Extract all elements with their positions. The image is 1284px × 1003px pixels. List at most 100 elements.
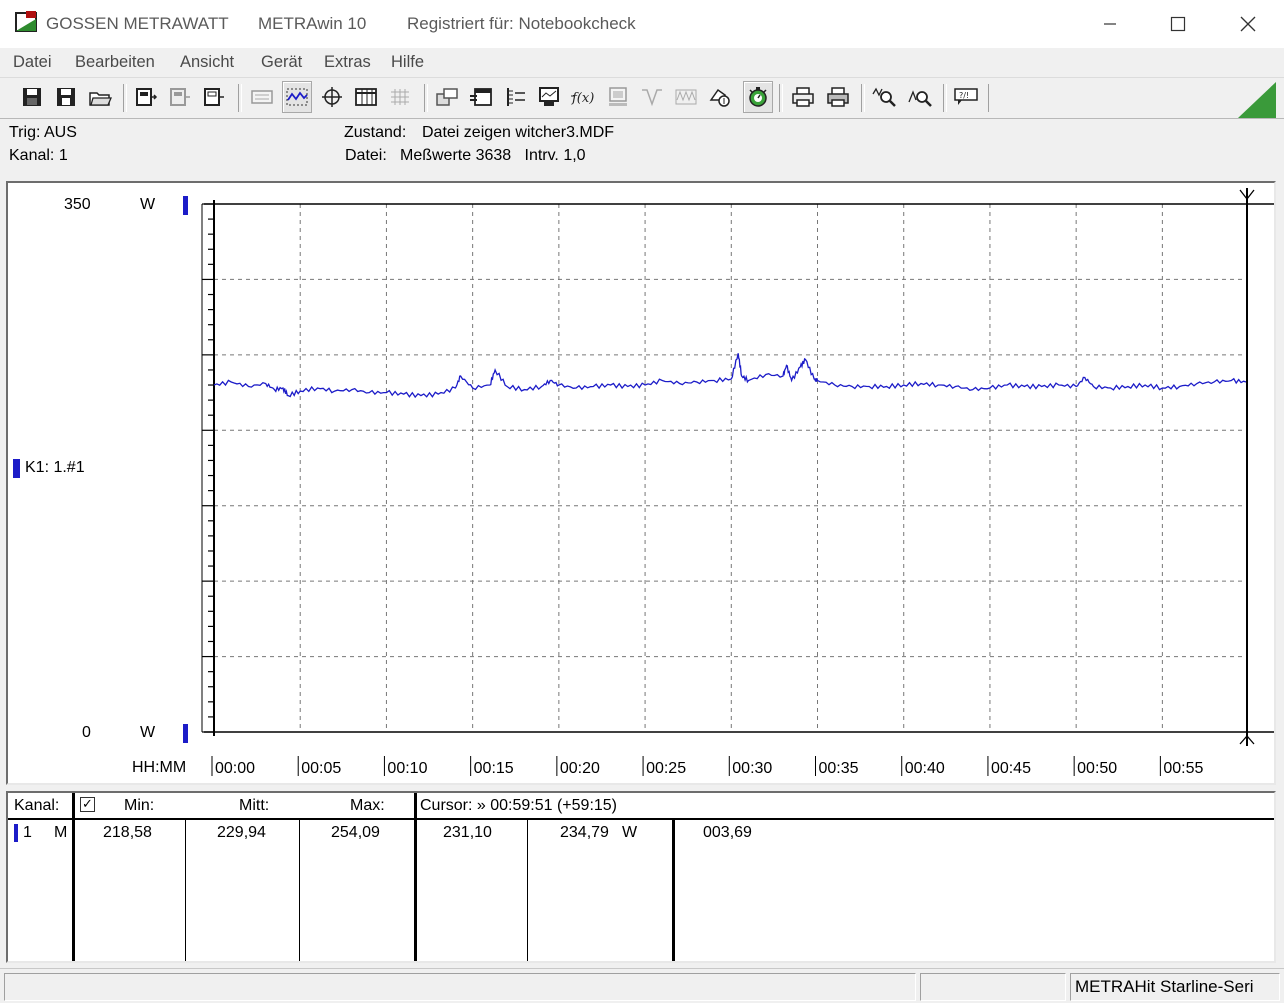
device-read-button[interactable]: [132, 82, 160, 112]
channel-select-button[interactable]: [706, 82, 734, 112]
y-max-marker[interactable]: [183, 196, 188, 215]
toolbar-separator: [123, 84, 127, 112]
table-view-button[interactable]: [352, 82, 380, 112]
brand-title: GOSSEN METRAWATT: [46, 14, 229, 33]
x-tick-label: 00:40: [905, 760, 945, 777]
svg-text:f(x): f(x): [571, 91, 594, 106]
maximize-button[interactable]: [1145, 0, 1211, 48]
row-max: 254,09: [331, 824, 380, 841]
row-channel-color: [14, 824, 18, 842]
show-all-checkbox[interactable]: ✓: [80, 797, 95, 812]
record-button[interactable]: [743, 81, 773, 113]
column-divider: [185, 818, 186, 961]
display-icon: [251, 90, 273, 104]
chart-view-button[interactable]: [282, 81, 312, 113]
header-kanal: Kanal:: [14, 797, 60, 814]
row-mitt: 229,94: [217, 824, 266, 841]
x-tick-label: 00:35: [819, 760, 859, 777]
y-min-unit: W: [140, 724, 156, 741]
row-unit: W: [622, 824, 638, 841]
svg-text:?/!: ?/!: [959, 91, 969, 100]
window-settings-icon: [470, 88, 492, 106]
column-divider: [72, 793, 75, 961]
menu-datei[interactable]: Datei: [13, 53, 52, 72]
channel-status: Kanal: 1: [9, 147, 68, 164]
header-max: Max:: [350, 797, 385, 814]
x-tick-label: 00:15: [474, 760, 514, 777]
power-chart[interactable]: 00:00 00:05 00:10 00:15 00:20 00:25 00:30 00:35…: [8, 183, 1274, 783]
y-min-marker[interactable]: [183, 724, 188, 743]
menu-hilfe[interactable]: Hilfe: [391, 53, 424, 72]
y-min-label: 0: [82, 724, 91, 741]
printer-icon: [827, 87, 849, 107]
zoom-in-icon: [872, 87, 896, 107]
help-bubble-icon: ?/!: [954, 88, 978, 105]
signal-button[interactable]: [672, 82, 700, 112]
display-button[interactable]: [248, 82, 276, 112]
header-divider: [8, 818, 1274, 820]
toolbar: f(x) ?/!: [0, 77, 1284, 118]
header-min: Min:: [124, 797, 155, 814]
state-value: Datei zeigen witcher3.MDF: [422, 124, 615, 141]
scale-settings-button[interactable]: [501, 82, 529, 112]
menu-ansicht[interactable]: Ansicht: [180, 53, 234, 72]
save-button[interactable]: [18, 82, 46, 112]
trigger-status: Trig: AUS: [9, 124, 77, 141]
row-mode: M: [54, 824, 68, 841]
monitor-button[interactable]: [535, 82, 563, 112]
state-label: Zustand:: [344, 124, 407, 141]
app-title: METRAwin 10: [258, 14, 367, 33]
print-preview-button[interactable]: [789, 82, 817, 112]
chart-area[interactable]: 00:00 00:05 00:10 00:15 00:20 00:25 00:30 00:35…: [6, 181, 1276, 785]
x-tick-label: 00:20: [560, 760, 600, 777]
signal-wave-icon: [675, 89, 697, 105]
row-min: 218,58: [103, 824, 152, 841]
channel-color-marker: [13, 459, 20, 478]
device-send-button[interactable]: [200, 82, 228, 112]
zoom-out-icon: [908, 90, 932, 107]
menu-bearbeiten[interactable]: Bearbeiten: [75, 53, 155, 72]
registered-title: Registriert für: Notebookcheck: [407, 14, 636, 33]
grid-view-button[interactable]: [386, 82, 414, 112]
crosshair-icon: [322, 87, 342, 107]
open-button[interactable]: [86, 82, 114, 112]
zoom-in-button[interactable]: [870, 82, 898, 112]
menu-geraet[interactable]: Gerät: [261, 53, 302, 72]
grid-icon: [391, 89, 409, 105]
channel-label: K1: 1.#1: [25, 459, 85, 476]
maximize-icon: [1170, 16, 1186, 32]
row-cursor2: 234,79: [560, 824, 609, 841]
cursor-crosshair-button[interactable]: [318, 82, 346, 112]
x-tick-label: 00:45: [991, 760, 1031, 777]
toolbar-separator: [943, 84, 947, 112]
formula-button[interactable]: f(x): [569, 82, 597, 112]
menu-extras[interactable]: Extras: [324, 53, 371, 72]
column-divider: [414, 793, 417, 961]
save-disk-icon: [23, 88, 41, 106]
computer-icon: [609, 87, 627, 106]
column-divider: [672, 818, 675, 961]
device-config-button[interactable]: [166, 82, 194, 112]
minimize-button[interactable]: [1077, 0, 1143, 48]
print-button[interactable]: [824, 82, 852, 112]
trigger-button[interactable]: [638, 82, 666, 112]
help-button[interactable]: ?/!: [952, 82, 980, 112]
save-as-disk-icon: [57, 88, 75, 106]
window-settings-button[interactable]: [467, 82, 495, 112]
device-send-icon: [204, 88, 224, 106]
x-tick-label: 00:05: [301, 760, 341, 777]
toolbar-separator: [238, 84, 242, 112]
zoom-out-button[interactable]: [906, 82, 934, 112]
toolbar-separator: [779, 84, 783, 112]
row-delta: 003,69: [703, 824, 752, 841]
cursor-layer[interactable]: [1239, 188, 1255, 746]
chart-axes: [201, 200, 1274, 736]
table-icon: [355, 88, 377, 106]
copy-window-button[interactable]: [433, 82, 461, 112]
printer-setup-button[interactable]: [604, 82, 632, 112]
close-button[interactable]: [1215, 0, 1281, 48]
save-as-button[interactable]: [52, 82, 80, 112]
x-tick-label: 00:30: [732, 760, 772, 777]
chart-grid: [214, 204, 1246, 732]
copy-window-icon: [436, 88, 458, 106]
